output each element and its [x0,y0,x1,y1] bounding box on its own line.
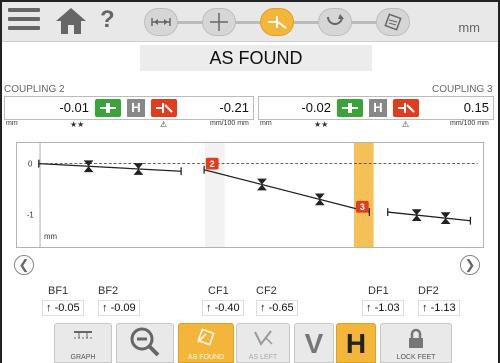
as-found-icon [179,328,233,353]
coupling-2-angle-unit: mm/100 mm [210,120,249,127]
bf2-value: ↑ -0.09 [98,300,140,316]
shaft-segment-3 [387,211,471,222]
cf2-label: CF2 [256,285,277,297]
step-measure-icon[interactable] [260,8,294,36]
horizontal-view-button[interactable]: H [336,323,376,363]
quality-stars: ★★ [70,120,85,129]
as-left-button-label: AS LEFT [248,354,278,361]
horizontal-view-label: H [345,328,367,359]
bf1-number: -0.05 [54,302,80,314]
home-icon[interactable] [54,6,88,36]
coupling-3-angle-value: 0.15 [463,100,489,115]
quality-stars: ★★ [314,120,329,129]
up-arrow-icon: ↑ [46,302,52,314]
page-title: AS FOUND [140,45,372,71]
marker-coupling-2: 2 [205,157,219,170]
zoom-out-icon [117,326,173,363]
shaft-segment-1 [38,162,182,172]
step-correction-icon[interactable] [318,8,352,36]
foot-marker [314,193,325,206]
graph-button[interactable]: GRAPH [54,323,112,363]
df1-number: -1.03 [374,302,400,314]
bf2-number: -0.09 [110,302,136,314]
coupling-3-offset-value: -0.02 [301,100,331,115]
zoom-out-button[interactable] [116,323,174,363]
df2-value: ↑ -1.13 [418,300,460,316]
coupling-3-label: COUPLING 3 [432,84,493,95]
as-found-button-label: AS FOUND [187,354,225,361]
warning-icon: ⚠ [402,120,410,129]
lock-feet-button-label: LOCK FEET [396,354,436,361]
vertical-view-button[interactable]: V [294,323,334,363]
coupling-3-highlight [354,143,374,247]
cf1-label: CF1 [208,285,229,297]
coupling-3-panel: -0.02 H 0.15 [258,96,494,120]
next-arrow-button[interactable]: ❯ [460,255,480,275]
menu-icon[interactable] [8,8,40,34]
top-bar: ? mm [2,2,498,42]
unit-label: mm [458,20,480,35]
as-left-icon [237,328,289,353]
as-found-button[interactable]: AS FOUND [178,323,234,363]
warning-icon: ⚠ [160,120,168,129]
coupling-2-offset-value: -0.01 [59,100,89,115]
foot-marker [257,178,267,191]
coupling-2-offset-unit: mm [6,120,18,127]
up-arrow-icon: ↑ [102,302,108,314]
coupling-2-panel: -0.01 H -0.21 [4,96,254,120]
df1-value: ↑ -1.03 [362,300,404,316]
step-sensor-position-icon[interactable] [202,8,236,36]
workflow-steps [136,6,428,38]
graph-button-label: GRAPH [70,354,96,361]
up-arrow-icon: ↑ [206,302,212,314]
alignment-chart: 0 -1 mm 2 3 [16,142,484,248]
offset-status-icon [95,99,121,117]
df2-label: DF2 [418,285,439,297]
y-tick-minus-1: -1 [27,211,34,220]
df2-number: -1.13 [430,302,456,314]
bottom-toolbar: GRAPH AS FOUND AS LEFT V H LOCK FEET [2,320,498,363]
marker-3-label: 3 [360,202,365,212]
angle-status-icon [393,99,419,117]
help-icon[interactable]: ? [100,6,115,34]
marker-coupling-3: 3 [355,200,369,213]
shaft-lines [38,159,472,225]
marker-2-label: 2 [210,159,215,169]
chart-unit-label: mm [44,232,57,241]
app-frame: ? mm AS FOUND COUPLING 2 -0.01 H -0.21 m… [0,0,500,363]
offset-status-icon [337,99,363,117]
coupling-3-angle-unit: mm/100 mm [450,120,489,127]
bf1-value: ↑ -0.05 [42,300,84,316]
cf1-number: -0.40 [214,302,240,314]
step-report-icon[interactable] [376,8,410,36]
graph-icon [55,328,111,347]
up-arrow-icon: ↑ [366,302,372,314]
vertical-view-label: V [304,328,324,359]
y-tick-0: 0 [28,160,33,169]
prev-arrow-button[interactable]: ❮ [14,255,34,275]
coupling-2-label: COUPLING 2 [4,84,65,95]
cf1-value: ↑ -0.40 [202,300,244,316]
step-dimensions-icon[interactable] [144,8,178,36]
bf2-label: BF2 [98,285,119,297]
lock-feet-button[interactable]: LOCK FEET [380,323,452,363]
angle-status-icon [151,99,177,117]
bf1-label: BF1 [48,285,69,297]
cf2-value: ↑ -0.65 [256,300,298,316]
shaft-segment-2 [203,169,370,213]
horizontal-indicator: H [369,99,387,117]
up-arrow-icon: ↑ [260,302,266,314]
coupling-3-offset-unit: mm [260,120,272,127]
horizontal-indicator: H [127,99,145,117]
coupling-2-angle-value: -0.21 [219,100,249,115]
df1-label: DF1 [368,285,389,297]
as-left-button[interactable]: AS LEFT [236,323,290,363]
up-arrow-icon: ↑ [422,302,428,314]
lock-feet-icon [381,328,451,355]
cf2-number: -0.65 [268,302,294,314]
